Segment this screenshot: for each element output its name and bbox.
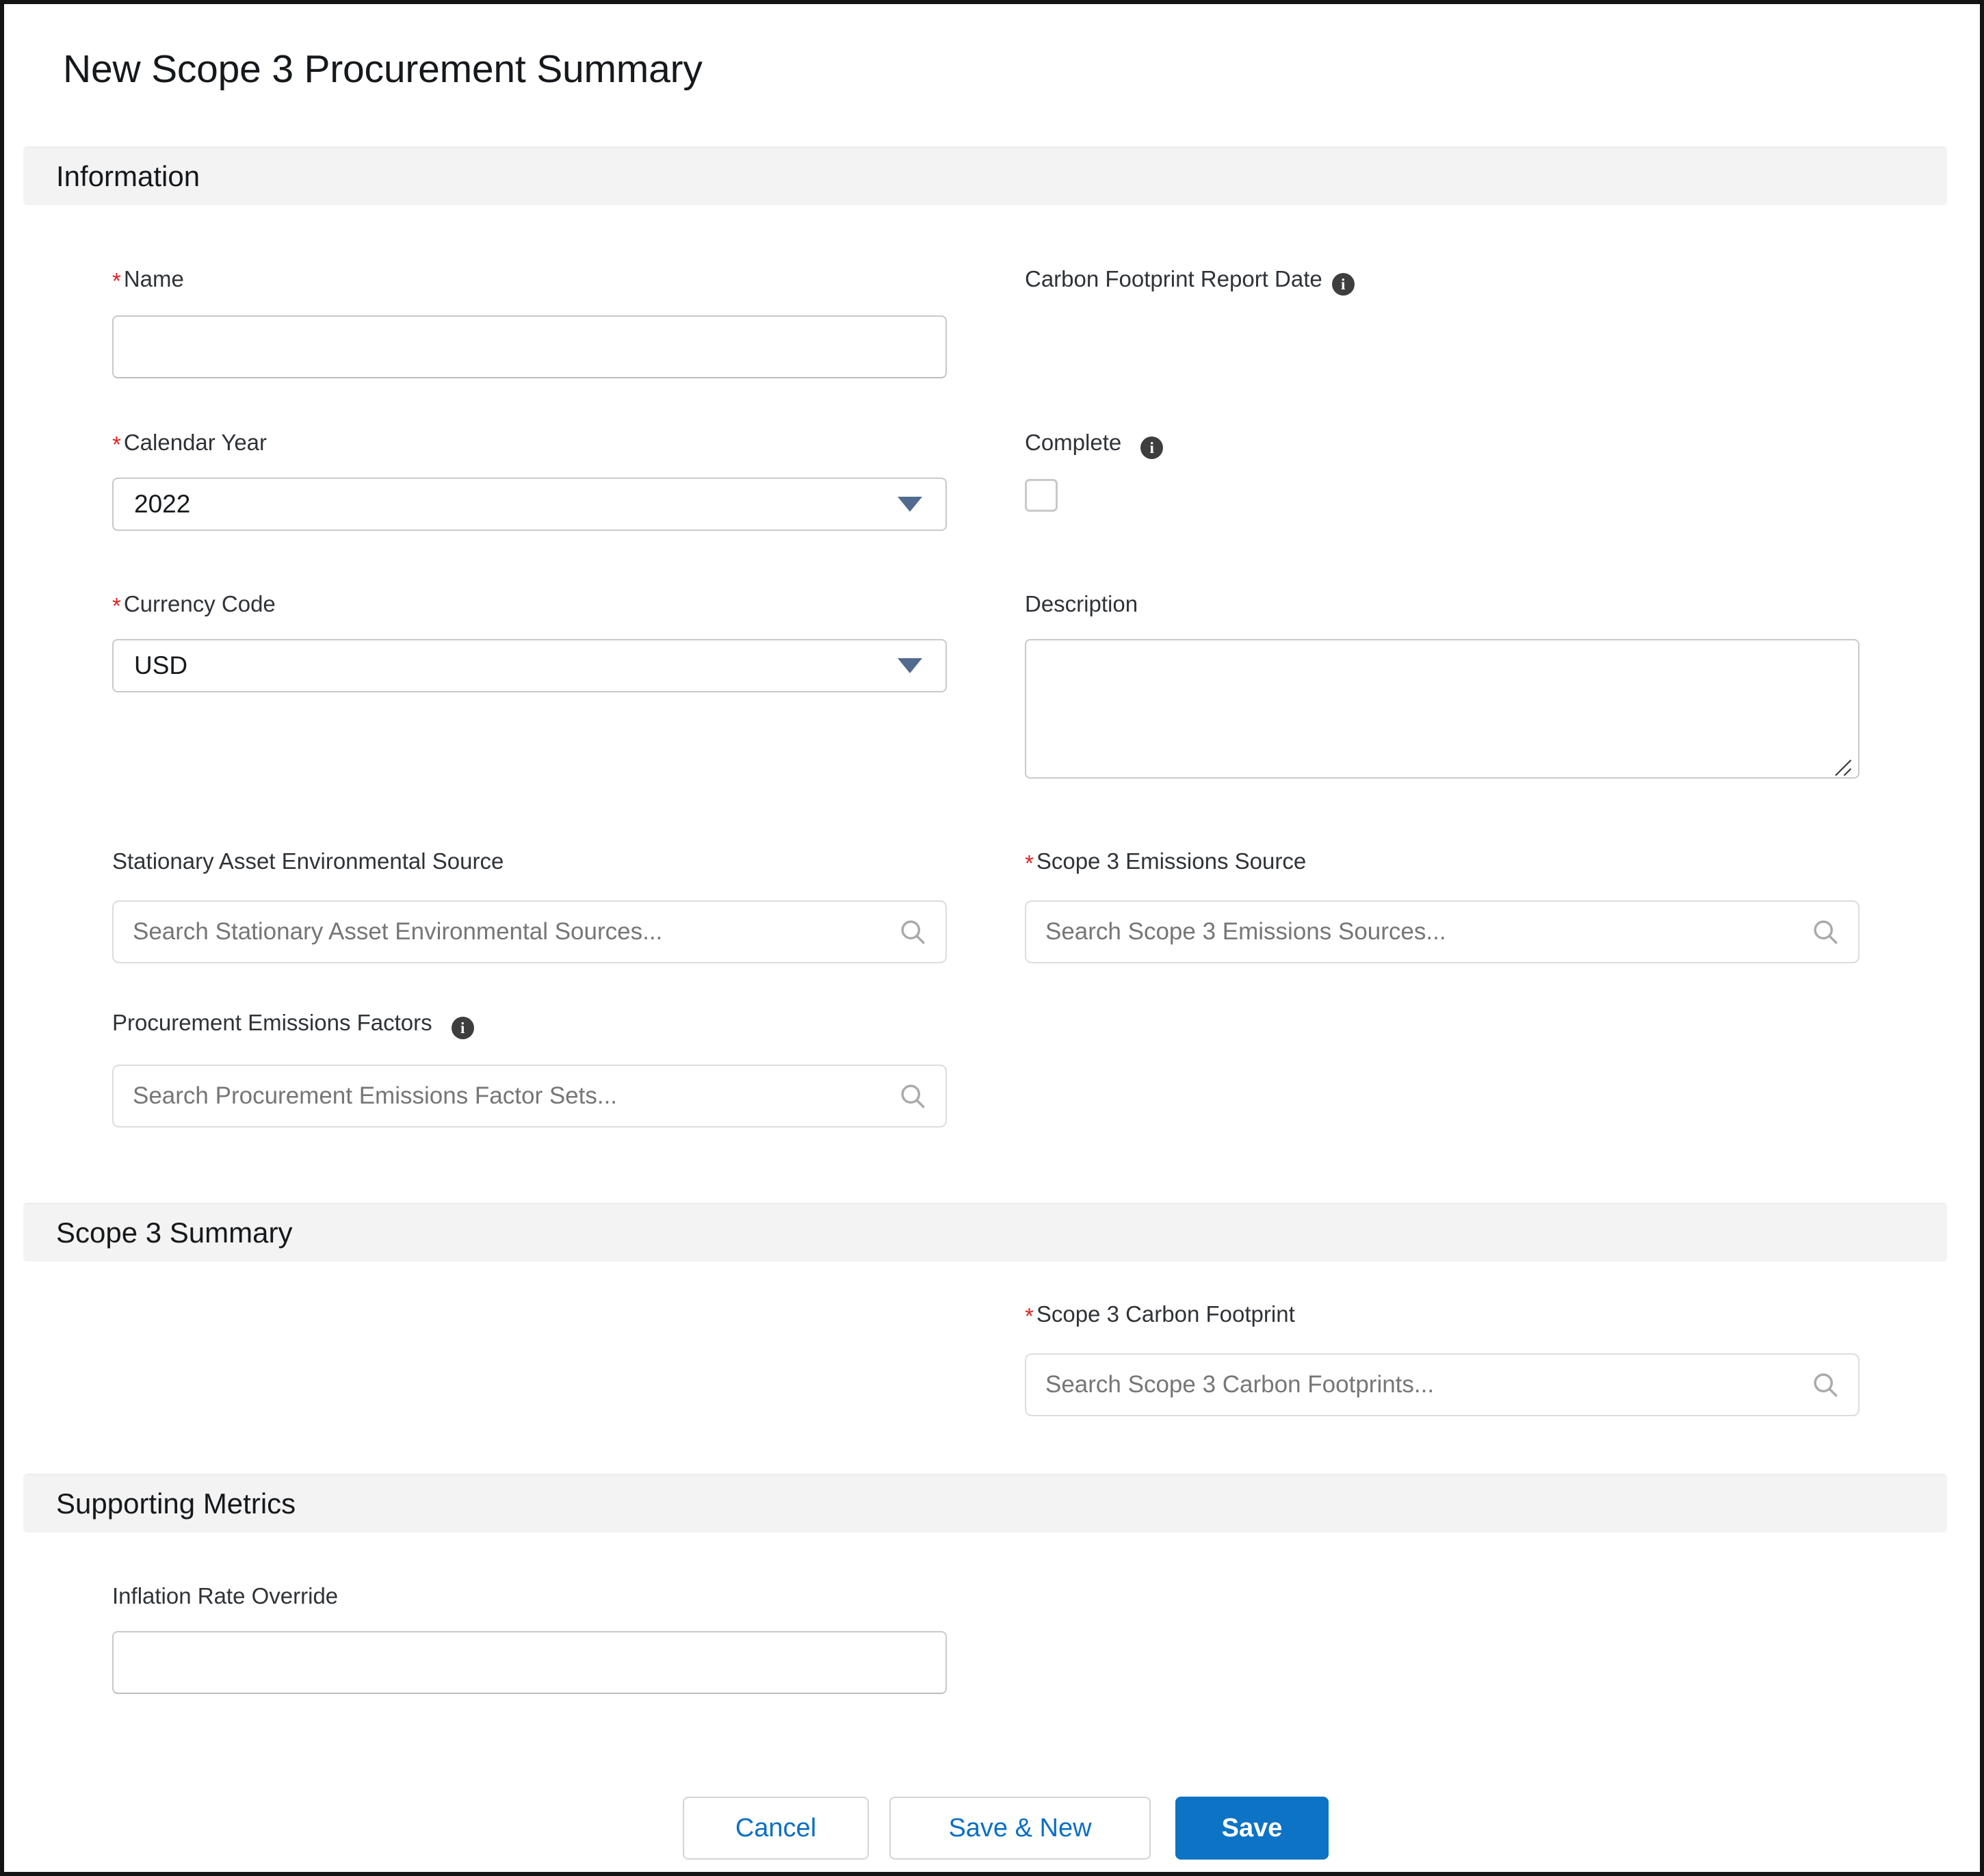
chevron-down-icon [898, 497, 922, 512]
label-stationary-asset-environmental-source: Stationary Asset Environmental Source [112, 850, 504, 872]
search-icon[interactable] [898, 1081, 928, 1111]
chevron-down-icon [898, 658, 922, 673]
info-icon-complete[interactable]: i [1140, 437, 1164, 459]
procurement-emissions-factors-lookup[interactable]: Search Procurement Emissions Factor Sets… [112, 1065, 947, 1128]
calendar-year-select[interactable]: 2022 [112, 478, 947, 531]
label-complete: Complete i [1025, 430, 1164, 459]
complete-checkbox[interactable] [1025, 479, 1058, 512]
label-inflation-rate-override: Inflation Rate Override [112, 1585, 338, 1607]
section-header-information: Information [23, 146, 1947, 205]
name-input[interactable] [112, 315, 947, 378]
label-stationary-asset-environmental-source-text: Stationary Asset Environmental Source [112, 848, 504, 874]
label-scope3-carbon-footprint: * Scope 3 Carbon Footprint [1025, 1301, 1295, 1327]
calendar-year-value: 2022 [134, 490, 191, 518]
label-currency-code-text: Currency Code [123, 591, 276, 616]
label-complete-text: Complete [1025, 430, 1122, 455]
scope3-carbon-footprint-lookup[interactable]: Search Scope 3 Carbon Footprints... [1025, 1353, 1859, 1416]
label-name-text: Name [123, 266, 184, 291]
procurement-emissions-factors-placeholder: Search Procurement Emissions Factor Sets… [133, 1082, 618, 1109]
section-title-supporting-metrics: Supporting Metrics [56, 1487, 296, 1520]
new-record-modal: New Scope 3 Procurement Summary Informat… [0, 0, 1984, 1876]
label-calendar-year: * Calendar Year [112, 430, 267, 457]
section-title-information: Information [56, 160, 200, 192]
section-header-scope3-summary: Scope 3 Summary [23, 1203, 1947, 1262]
required-indicator-scope3-emissions-source: * [1025, 850, 1034, 876]
label-procurement-emissions-factors: Procurement Emissions Factors i [112, 1011, 474, 1039]
search-icon[interactable] [1810, 1370, 1840, 1400]
label-scope3-emissions-source-text: Scope 3 Emissions Source [1036, 848, 1307, 874]
scope3-emissions-source-placeholder: Search Scope 3 Emissions Sources... [1045, 918, 1446, 945]
label-description: Description [1025, 592, 1138, 615]
required-indicator-currency-code: * [112, 593, 121, 618]
currency-code-value: USD [134, 651, 188, 679]
section-header-supporting-metrics: Supporting Metrics [23, 1474, 1947, 1533]
label-calendar-year-text: Calendar Year [123, 430, 267, 455]
stationary-asset-environmental-source-lookup[interactable]: Search Stationary Asset Environmental So… [112, 900, 947, 963]
label-carbon-footprint-report-date: Carbon Footprint Report Date i [1025, 268, 1355, 296]
search-icon[interactable] [898, 917, 928, 947]
label-scope3-emissions-source: * Scope 3 Emissions Source [1025, 848, 1307, 874]
cancel-button[interactable]: Cancel [683, 1797, 869, 1860]
description-textarea[interactable] [1025, 639, 1859, 779]
label-inflation-rate-override-text: Inflation Rate Override [112, 1583, 339, 1608]
cancel-button-label: Cancel [735, 1813, 817, 1842]
save-button[interactable]: Save [1175, 1797, 1329, 1860]
modal-body: New Scope 3 Procurement Summary Informat… [4, 4, 1980, 1872]
inflation-rate-override-input[interactable] [112, 1631, 947, 1694]
currency-code-select[interactable]: USD [112, 639, 947, 692]
section-title-scope3-summary: Scope 3 Summary [56, 1216, 293, 1249]
label-carbon-footprint-report-date-text: Carbon Footprint Report Date [1025, 266, 1322, 291]
scope3-carbon-footprint-placeholder: Search Scope 3 Carbon Footprints... [1045, 1371, 1435, 1398]
required-indicator-calendar-year: * [112, 432, 121, 457]
label-currency-code: * Currency Code [112, 591, 276, 618]
info-icon-procurement-emissions-factors[interactable]: i [451, 1017, 474, 1039]
save-button-label: Save [1221, 1813, 1283, 1842]
save-and-new-button-label: Save & New [948, 1813, 1092, 1842]
label-procurement-emissions-factors-text: Procurement Emissions Factors [112, 1010, 432, 1035]
page-title: New Scope 3 Procurement Summary [63, 47, 703, 91]
scope3-emissions-source-lookup[interactable]: Search Scope 3 Emissions Sources... [1025, 900, 1859, 963]
required-indicator-name: * [112, 268, 121, 294]
label-description-text: Description [1025, 591, 1138, 616]
label-name: * Name [112, 266, 184, 292]
label-scope3-carbon-footprint-text: Scope 3 Carbon Footprint [1036, 1301, 1295, 1327]
stationary-asset-environmental-source-placeholder: Search Stationary Asset Environmental So… [133, 918, 663, 945]
required-indicator-scope3-carbon-footprint: * [1025, 1303, 1034, 1329]
info-icon-carbon-footprint-report-date[interactable]: i [1331, 273, 1355, 296]
save-and-new-button[interactable]: Save & New [889, 1797, 1151, 1860]
search-icon[interactable] [1810, 917, 1840, 947]
